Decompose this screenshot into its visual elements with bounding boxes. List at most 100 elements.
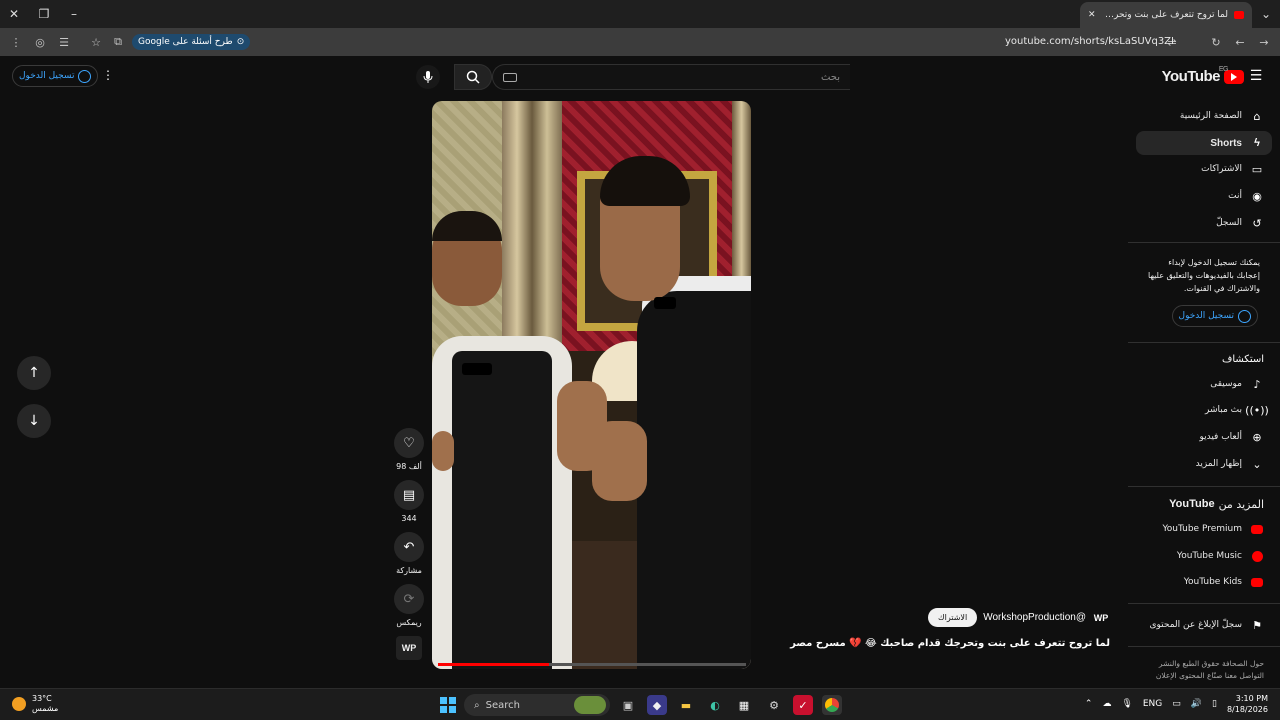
sidebar-item-history[interactable]: ↺ السجلّ — [1136, 211, 1272, 235]
browser-tab[interactable]: لما تروح تتعرف على بنت وتحرجك قدام صاحبك… — [1080, 2, 1252, 28]
weather-widget[interactable]: 33°C مشمس — [12, 694, 58, 714]
search-icon: ⌕ — [474, 699, 480, 711]
signin-label: تسجيل الدخول — [19, 71, 75, 81]
comment-count: 344 — [401, 514, 417, 523]
share-button[interactable]: ↶ — [394, 532, 424, 562]
search-input[interactable]: بحث — [492, 64, 850, 90]
subscribe-button[interactable]: الاشتراك — [928, 608, 978, 627]
actor-left-vest — [452, 351, 552, 669]
search-button[interactable] — [454, 64, 492, 90]
volume-icon[interactable]: 🔊 — [1191, 699, 1202, 709]
microphone-icon — [423, 71, 433, 83]
signin-prompt-text: يمكنك تسجيل الدخول لإبداء إعجابك بالفيدي… — [1148, 258, 1260, 293]
task-view-icon[interactable]: ▣ — [618, 695, 638, 715]
comment-action[interactable]: ▤ 344 — [392, 480, 426, 523]
battery-icon[interactable]: ▯ — [1212, 699, 1217, 709]
clock-time: 3:10 PM — [1235, 694, 1268, 703]
customize-icon[interactable]: ☰ — [56, 34, 72, 50]
clock[interactable]: 3:10 PM 8/18/2026 — [1227, 693, 1268, 715]
sidebar-divider — [1128, 342, 1280, 343]
hamburger-menu-icon[interactable]: ☰ — [1248, 68, 1264, 84]
sidebar-item-gaming[interactable]: ⊕ ألعاب فيديو — [1136, 425, 1272, 449]
sidebar-item-you[interactable]: ◉ أنت — [1136, 184, 1272, 208]
share-action[interactable]: ↶ مشاركة — [392, 532, 426, 575]
restore-window-icon[interactable]: ❐ — [34, 4, 54, 24]
like-action[interactable]: ♡ 98 ألف — [392, 428, 426, 471]
edge-browser-icon[interactable]: ◐ — [705, 695, 725, 715]
like-button[interactable]: ♡ — [394, 428, 424, 458]
sidebar-item-subscriptions[interactable]: ▭ الاشتراكات — [1136, 157, 1272, 181]
settings-more-icon[interactable]: ⋮ — [102, 68, 114, 84]
footer-links[interactable]: حول الصحافة حقوق الطبع والنشر التواصل مع… — [1152, 658, 1264, 682]
close-window-icon[interactable]: ✕ — [4, 4, 24, 24]
network-icon[interactable]: ▭ — [1172, 699, 1181, 709]
tab-close-icon[interactable]: ✕ — [1088, 10, 1096, 20]
forward-icon[interactable]: ← — [1232, 34, 1248, 50]
reload-icon[interactable]: ↻ — [1208, 34, 1224, 50]
lens-icon: ⊙ — [236, 37, 245, 47]
onedrive-icon[interactable]: ☁ — [1102, 699, 1111, 709]
install-app-icon[interactable]: ⧉ — [110, 34, 126, 50]
address-bar[interactable]: youtube.com/shorts/ksLaSUVq3ZI — [1005, 36, 1174, 47]
tray-chevron-icon[interactable]: ⌃ — [1085, 699, 1093, 709]
tab-title: لما تروح تتعرف على بنت وتحرجك قدام صاحبك — [1101, 10, 1228, 20]
comment-button[interactable]: ▤ — [394, 480, 424, 510]
system-tray: ⌃ ☁ 🎙 ENG ▭ 🔊 ▯ 3:10 PM 8/18/2026 — [1085, 693, 1268, 715]
channel-thumbnail[interactable]: WP — [396, 636, 422, 660]
sidebar-item-shorts[interactable]: ϟ Shorts — [1136, 131, 1272, 155]
sidebar-item-live[interactable]: ((•)) بث مباشر — [1136, 398, 1272, 422]
settings-app-icon[interactable]: ⚙ — [764, 695, 784, 715]
ask-google-chip[interactable]: ⊙ طرح أسئلة على Google — [132, 34, 251, 50]
arrow-down-icon: ↓ — [28, 413, 40, 429]
youtube-favicon-icon — [1234, 11, 1244, 19]
more-from-label: المزيد من — [1218, 498, 1264, 511]
sidebar-item-home[interactable]: ⌂ الصفحة الرئيسية — [1136, 104, 1272, 128]
bookmark-star-icon[interactable]: ☆ — [88, 34, 104, 50]
pdf-app-icon[interactable]: ✓ — [793, 695, 813, 715]
video-progress-fill — [438, 663, 549, 666]
channel-name[interactable]: @WorkshopProduction — [983, 612, 1086, 623]
sidebar-item-premium[interactable]: YouTube Premium — [1136, 517, 1272, 541]
remix-button[interactable]: ⟳ — [394, 584, 424, 614]
ask-google-label: طرح أسئلة على Google — [138, 37, 233, 47]
sidebar-item-music-app[interactable]: YouTube Music — [1136, 544, 1272, 568]
minimize-window-icon[interactable]: – — [64, 4, 84, 24]
voice-search-button[interactable] — [416, 65, 440, 89]
sidebar-signin-button[interactable]: تسجيل الدخول — [1171, 305, 1258, 327]
keyboard-icon[interactable] — [503, 72, 517, 82]
windows-start-icon[interactable] — [438, 695, 458, 715]
sidebar-item-label: سجلّ الإبلاغ عن المحتوى — [1149, 620, 1242, 630]
remix-action[interactable]: ⟳ ريمكس — [392, 584, 426, 627]
more-from-youtube-heading: المزيد من YouTube — [1169, 498, 1264, 511]
youtube-premium-icon — [1250, 522, 1264, 536]
next-short-button[interactable]: ↓ — [17, 404, 51, 438]
previous-short-button[interactable]: ↑ — [17, 356, 51, 390]
store-icon[interactable]: ▦ — [734, 695, 754, 715]
sidebar-divider — [1128, 486, 1280, 487]
menu-dots-icon[interactable]: ⋮ — [8, 34, 24, 50]
mic-tray-icon[interactable]: 🎙 — [1121, 699, 1132, 709]
file-explorer-icon[interactable]: ▬ — [676, 695, 696, 715]
language-indicator[interactable]: ENG — [1143, 699, 1162, 709]
tab-search-icon[interactable]: ⌄ — [1256, 4, 1276, 24]
sidebar-item-music[interactable]: ♪ موسيقى — [1136, 372, 1272, 396]
shorts-video-player[interactable] — [432, 101, 751, 669]
youtube-logo[interactable]: YouTube EG — [1161, 66, 1244, 85]
actor-right-bowtie — [654, 297, 676, 309]
sidebar-item-kids[interactable]: YouTube Kids — [1136, 570, 1272, 594]
sidebar-item-show-more[interactable]: ⌄ إظهار المزيد — [1136, 452, 1272, 476]
copilot-icon[interactable]: ◆ — [647, 695, 667, 715]
video-progress-bar[interactable] — [438, 663, 746, 666]
logo-text: YouTube EG — [1161, 66, 1229, 85]
sidebar-item-label: YouTube Premium — [1162, 524, 1242, 534]
taskbar-search[interactable]: ⌕ Search — [464, 694, 610, 716]
channel-avatar[interactable]: WP — [1092, 610, 1110, 626]
actor-left-bowtie — [462, 363, 492, 375]
signin-button[interactable]: تسجيل الدخول — [12, 65, 99, 87]
video-title[interactable]: لما تروح تتعرف على بنت وتحرجك قدام صاحبك… — [790, 638, 1110, 649]
sidebar-item-report-history[interactable]: ⚑ سجلّ الإبلاغ عن المحتوى — [1136, 613, 1272, 637]
chrome-icon[interactable] — [822, 695, 842, 715]
back-icon[interactable]: → — [1256, 34, 1272, 50]
profile-icon[interactable]: ◎ — [32, 34, 48, 50]
account-circle-icon — [1238, 309, 1251, 323]
